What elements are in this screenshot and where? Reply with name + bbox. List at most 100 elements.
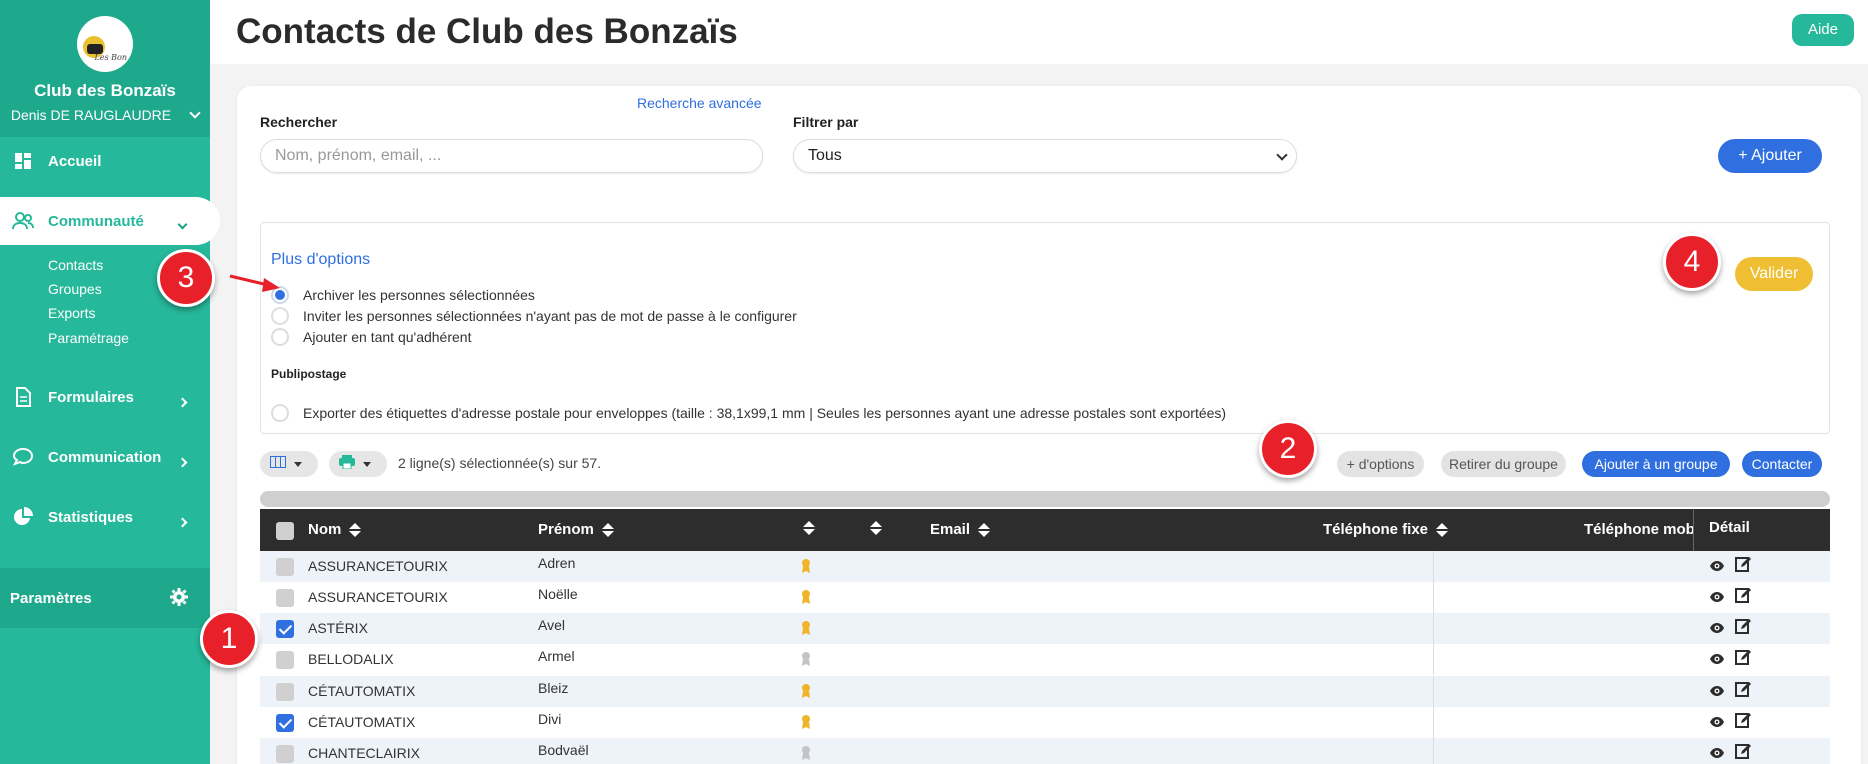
chevron-down-icon: [1276, 149, 1288, 161]
table-row[interactable]: ASSURANCETOURIX Adren: [260, 551, 1830, 582]
cell-prenom: Avel: [538, 617, 565, 633]
radio-label: Ajouter en tant qu'adhérent: [303, 329, 472, 345]
column-label: Prénom: [538, 521, 594, 538]
edit-icon[interactable]: [1735, 681, 1751, 697]
view-icon[interactable]: [1709, 684, 1725, 696]
column-email[interactable]: Email: [930, 521, 991, 538]
help-button[interactable]: Aide: [1791, 14, 1854, 46]
radio-button[interactable]: [271, 404, 289, 422]
user-menu[interactable]: Denis DE RAUGLAUDRE: [0, 107, 210, 123]
table-row[interactable]: CÉTAUTOMATIX Bleiz: [260, 676, 1830, 707]
page-header: Contacts de Club des Bonzaïs Aide: [210, 0, 1868, 64]
row-checkbox[interactable]: [276, 589, 294, 607]
sidebar: Les Bon Club des Bonzaïs Denis DE RAUGLA…: [0, 0, 220, 764]
edit-icon[interactable]: [1735, 712, 1751, 728]
chevron-down-icon: [177, 215, 188, 232]
cell-prenom: Armel: [538, 648, 575, 664]
table-row[interactable]: ASTÉRIX Avel: [260, 613, 1830, 644]
table-header: Nom Prénom Email Téléphone fixe Téléphon…: [260, 509, 1830, 551]
row-checkbox[interactable]: [276, 558, 294, 576]
sidebar-item-accueil[interactable]: Accueil: [0, 137, 210, 185]
view-icon[interactable]: [1709, 652, 1725, 664]
filter-select[interactable]: Tous: [793, 139, 1297, 173]
sidebar-sub-groupes[interactable]: Groupes: [48, 281, 102, 297]
sidebar-sub-contacts[interactable]: Contacts: [48, 257, 103, 273]
view-icon[interactable]: [1709, 590, 1725, 602]
member-badge-icon: [800, 745, 812, 761]
gear-icon[interactable]: [168, 586, 190, 608]
table-row[interactable]: CHANTECLAIRIX Bodvaël: [260, 738, 1830, 764]
sidebar-sub-exports[interactable]: Exports: [48, 305, 95, 321]
column-status[interactable]: [870, 521, 882, 535]
sidebar-item-communaute[interactable]: Communauté: [0, 197, 220, 245]
edit-icon[interactable]: [1735, 618, 1751, 634]
sidebar-item-formulaires[interactable]: Formulaires: [0, 373, 210, 421]
radio-button[interactable]: [271, 307, 289, 325]
column-nom[interactable]: Nom: [308, 521, 362, 538]
table-row[interactable]: CÉTAUTOMATIX Divi: [260, 707, 1830, 738]
column-label: Nom: [308, 521, 342, 538]
sort-icon: [978, 522, 991, 537]
step-marker-3: 3: [157, 249, 215, 307]
radio-export-labels[interactable]: Exporter des étiquettes d'adresse postal…: [271, 404, 1226, 422]
edit-icon[interactable]: [1735, 556, 1751, 572]
validate-button[interactable]: Valider: [1735, 257, 1813, 291]
column-tel-fixe[interactable]: Téléphone fixe: [1323, 521, 1449, 538]
table-row[interactable]: ASSURANCETOURIX Noëlle: [260, 582, 1830, 613]
column-badge[interactable]: [803, 521, 815, 535]
row-checkbox[interactable]: [276, 620, 294, 638]
radio-add-member[interactable]: Ajouter en tant qu'adhérent: [271, 328, 471, 346]
cell-nom: CHANTECLAIRIX: [308, 745, 421, 761]
member-badge-icon: [800, 683, 812, 699]
member-badge-icon: [800, 714, 812, 730]
cell-nom: BELLODALIX: [308, 651, 394, 667]
advanced-search-link[interactable]: Recherche avancée: [637, 95, 762, 111]
filter-value: Tous: [808, 147, 842, 164]
view-icon[interactable]: [1709, 559, 1725, 571]
user-name: Denis DE RAUGLAUDRE: [10, 107, 172, 123]
add-to-group-button[interactable]: Ajouter à un groupe: [1582, 451, 1730, 477]
export-toggle[interactable]: [329, 451, 387, 477]
add-contact-button[interactable]: + Ajouter: [1718, 139, 1822, 173]
row-checkbox[interactable]: [276, 683, 294, 701]
contact-button[interactable]: Contacter: [1742, 451, 1822, 477]
radio-label: Inviter les personnes sélectionnées n'ay…: [303, 308, 797, 324]
cell-prenom: Divi: [538, 711, 562, 727]
row-checkbox[interactable]: [276, 714, 294, 732]
more-options-button[interactable]: + d'options: [1337, 451, 1424, 477]
radio-button[interactable]: [271, 328, 289, 346]
cell-prenom: Noëlle: [538, 586, 578, 602]
sort-icon: [1436, 522, 1449, 537]
remove-from-group-button[interactable]: Retirer du groupe: [1441, 451, 1566, 477]
columns-toggle[interactable]: [260, 451, 318, 477]
horizontal-scrollbar[interactable]: [260, 491, 1830, 507]
sidebar-item-communication[interactable]: Communication: [0, 433, 210, 481]
edit-icon[interactable]: [1735, 587, 1751, 603]
chevron-down-icon: [189, 107, 201, 119]
select-all-checkbox[interactable]: [276, 522, 294, 540]
columns-icon: [270, 455, 286, 473]
row-checkbox[interactable]: [276, 651, 294, 669]
radio-archive[interactable]: Archiver les personnes sélectionnées: [271, 286, 535, 304]
view-icon[interactable]: [1709, 621, 1725, 633]
member-badge-icon: [800, 651, 812, 667]
radio-label: Exporter des étiquettes d'adresse postal…: [303, 405, 1227, 421]
chevron-right-icon: [177, 453, 188, 470]
row-checkbox[interactable]: [276, 745, 294, 763]
edit-icon[interactable]: [1735, 743, 1751, 759]
member-badge-icon: [800, 620, 812, 636]
radio-invite[interactable]: Inviter les personnes sélectionnées n'ay…: [271, 307, 797, 325]
filter-label: Filtrer par: [793, 114, 859, 130]
sidebar-sub-parametrage[interactable]: Paramétrage: [48, 330, 129, 346]
search-input[interactable]: Nom, prénom, email, ...: [260, 139, 763, 173]
table-row[interactable]: BELLODALIX Armel: [260, 644, 1830, 675]
view-icon[interactable]: [1709, 715, 1725, 727]
club-logo: Les Bon: [77, 16, 133, 72]
column-prenom[interactable]: Prénom: [538, 521, 614, 538]
edit-icon[interactable]: [1735, 649, 1751, 665]
caret-down-icon: [294, 461, 302, 467]
step-marker-1: 1: [200, 610, 258, 668]
view-icon[interactable]: [1709, 746, 1725, 758]
sidebar-item-statistiques[interactable]: Statistiques: [0, 493, 210, 541]
sidebar-item-parametres[interactable]: Paramètres: [0, 568, 210, 628]
